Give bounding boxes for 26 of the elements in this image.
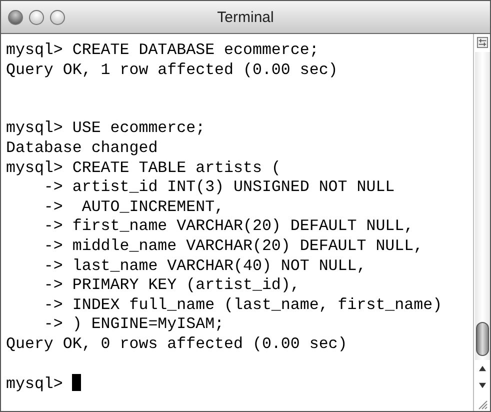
terminal-line: -> first_name VARCHAR(20) DEFAULT NULL,: [42, 217, 415, 237]
terminal-line: -> last_name VARCHAR(40) NOT NULL,: [42, 256, 368, 276]
terminal-line: -> PRIMARY KEY (artist_id),: [42, 276, 301, 296]
window-title: Terminal: [216, 8, 275, 26]
minimize-button[interactable]: [29, 10, 44, 24]
terminal-line: -> middle_name VARCHAR(20) DEFAULT NULL,: [42, 236, 424, 257]
mysql-prompt: mysql>: [6, 375, 63, 394]
split-pane-icon[interactable]: [476, 37, 488, 48]
terminal-line: Query OK, 1 row affected (0.00 sec): [6, 60, 339, 80]
terminal-line: mysql> CREATE TABLE artists (: [6, 158, 282, 178]
scroll-up-arrow-icon[interactable]: [478, 365, 486, 372]
terminal-line: -> ) ENGINE=MyISAM;: [42, 315, 226, 335]
terminal-line: -> AUTO_INCREMENT,: [42, 198, 226, 218]
scroll-thumb[interactable]: [476, 322, 488, 356]
terminal-line: Database changed: [6, 138, 159, 159]
text-cursor: [72, 374, 81, 392]
terminal-line: -> INDEX full_name (last_name, first_name): [42, 296, 444, 316]
terminal-line: mysql> USE ecommerce;: [6, 119, 206, 139]
terminal-line: Query OK, 0 rows affected (0.00 sec): [6, 334, 348, 354]
close-button[interactable]: [8, 10, 23, 24]
zoom-button[interactable]: [50, 10, 65, 24]
terminal-line: mysql> CREATE DATABASE ecommerce;: [6, 41, 320, 61]
terminal-line: -> artist_id INT(3) UNSIGNED NOT NULL: [42, 178, 396, 198]
scroll-bar[interactable]: [473, 34, 490, 411]
scroll-down-arrow-icon[interactable]: [478, 382, 486, 389]
resize-grip-icon[interactable]: [476, 398, 488, 410]
